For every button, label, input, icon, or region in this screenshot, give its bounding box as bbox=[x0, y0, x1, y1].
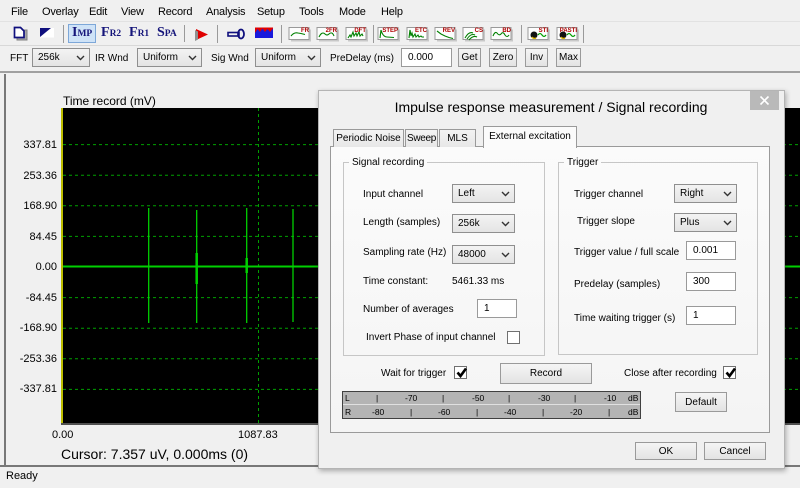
svg-text:FR: FR bbox=[301, 28, 310, 34]
svg-text:STEP: STEP bbox=[382, 28, 398, 34]
svg-text:PASTI: PASTI bbox=[560, 28, 578, 34]
svg-text:DFT: DFT bbox=[354, 28, 366, 34]
svg-text:STI: STI bbox=[539, 28, 549, 34]
svg-text:2FR: 2FR bbox=[326, 28, 338, 34]
svg-text:REV: REV bbox=[443, 28, 455, 34]
svg-text:CS: CS bbox=[475, 28, 483, 34]
svg-text:ETC: ETC bbox=[415, 28, 428, 34]
svg-text:BD: BD bbox=[502, 28, 511, 34]
